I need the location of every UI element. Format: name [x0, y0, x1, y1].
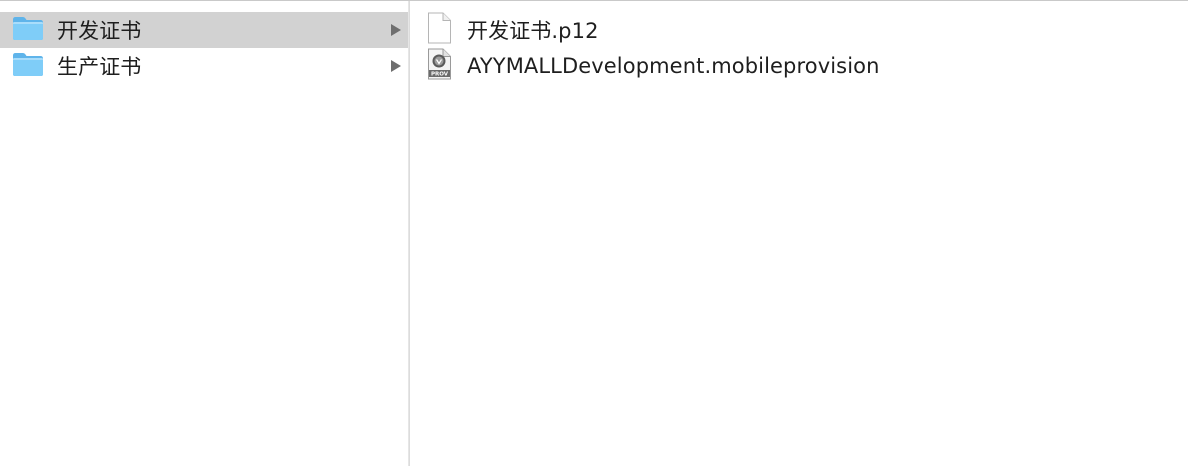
file-row-mobileprovision[interactable]: PROV AYYMALLDevelopment.mobileprovision: [411, 48, 1188, 84]
folder-name: 生产证书: [57, 55, 142, 79]
folder-row-development-certs[interactable]: 开发证书: [0, 12, 408, 48]
file-row-p12[interactable]: 开发证书.p12: [411, 12, 1188, 48]
column-files: 开发证书.p12 PROV AYYMALLDevelopment.mobilep…: [411, 1, 1188, 466]
folder-icon: [12, 51, 44, 81]
disclosure-triangle-icon: [391, 60, 401, 72]
file-name: 开发证书.p12: [467, 19, 599, 43]
finder-column-browser: 开发证书 生产证书 开发证书.p12 PROV AYYMALLDevelopme…: [0, 0, 1188, 466]
blank-document-icon: [426, 12, 452, 48]
provisioning-profile-icon: PROV: [426, 48, 452, 84]
folder-row-production-certs[interactable]: 生产证书: [0, 48, 408, 84]
svg-text:PROV: PROV: [431, 72, 449, 78]
disclosure-triangle-icon: [391, 24, 401, 36]
column-folders: 开发证书 生产证书: [0, 1, 408, 466]
file-name: AYYMALLDevelopment.mobileprovision: [467, 54, 880, 78]
folder-name: 开发证书: [57, 19, 142, 43]
folder-icon: [12, 15, 44, 45]
column-resize-divider[interactable]: [408, 1, 410, 466]
